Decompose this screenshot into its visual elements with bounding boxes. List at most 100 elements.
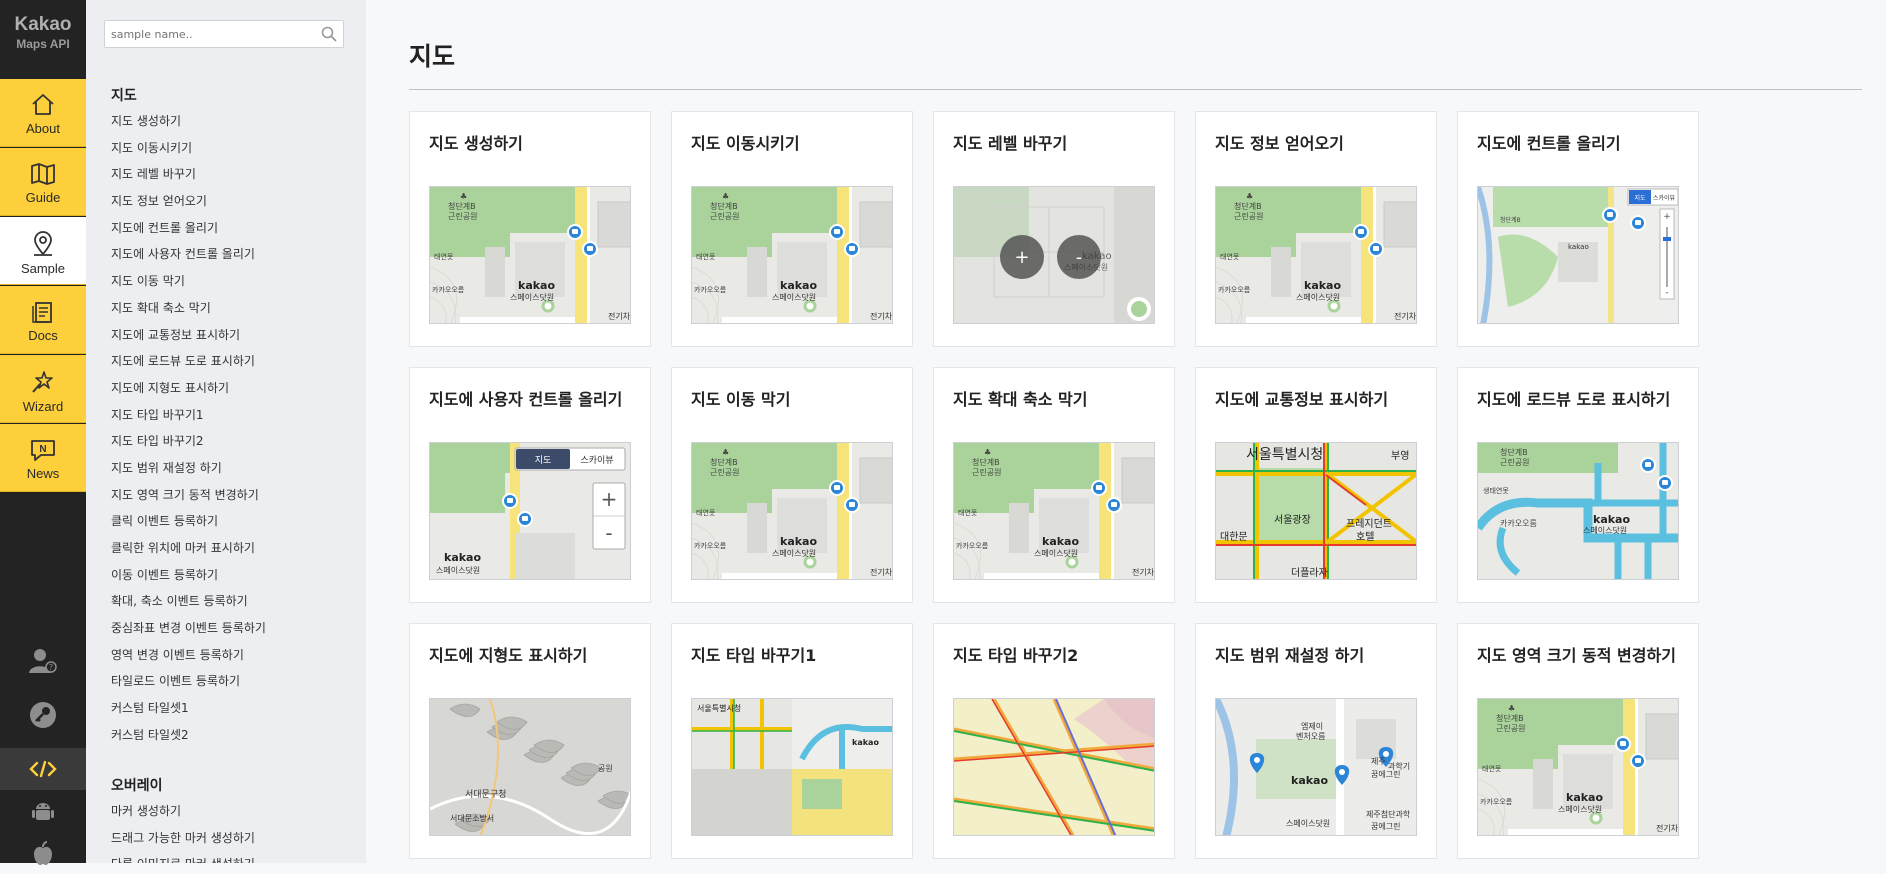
sidebar-item[interactable]: 지도 정보 얻어오기 xyxy=(111,192,266,219)
svg-text:청단계B: 청단계B xyxy=(710,457,738,467)
sample-card[interactable]: 지도에 컨트롤 올리기 지도 스카이뷰 + - kakao 청단계B xyxy=(1457,111,1699,347)
sidebar-item[interactable]: 확대, 축소 이벤트 등록하기 xyxy=(111,592,266,619)
sample-card[interactable]: 지도 레벨 바꾸기 + - kakao 스페이스닷원 xyxy=(933,111,1175,347)
sample-card-title: 지도 이동 막기 xyxy=(691,390,791,409)
sample-card-thumbnail[interactable]: 서대문구청 서대문소방서 공원 xyxy=(429,698,631,836)
sample-card-thumbnail[interactable]: 청단계B 근린공원 생태연못 카카오오름 kakao 스페이스닷원 xyxy=(1477,442,1679,580)
sample-card[interactable]: 지도 이동시키기 ♣ 청단계B 근린공원 태연못 카카오오름 kakao 스페이… xyxy=(671,111,913,347)
svg-text:스페이스닷원: 스페이스닷원 xyxy=(1296,292,1340,302)
svg-text:스페이스닷원: 스페이스닷원 xyxy=(510,292,554,302)
sidebar-item[interactable]: 중심좌표 변경 이벤트 등록하기 xyxy=(111,619,266,646)
sample-card[interactable]: 지도에 로드뷰 도로 표시하기 청단계B 근린공원 생태연못 카카오오름 kak… xyxy=(1457,367,1699,603)
svg-text:서울특별시청: 서울특별시청 xyxy=(697,703,741,713)
overlay-sample-list: 마커 생성하기드래그 가능한 마커 생성하기다른 이미지로 마커 생성하기 xyxy=(111,802,255,863)
svg-text:카카오오름: 카카오오름 xyxy=(1218,285,1251,294)
svg-text:+: + xyxy=(1014,247,1029,268)
sidebar-item[interactable]: 지도에 지형도 표시하기 xyxy=(111,379,266,406)
account-button[interactable]: ? xyxy=(0,640,86,682)
sidebar-item[interactable]: 지도 생성하기 xyxy=(111,112,266,139)
sample-card[interactable]: 지도 생성하기 ♣ 청단계B 근린공원 태연못 카카오오름 kakao 스페이스… xyxy=(409,111,651,347)
svg-text:공원: 공원 xyxy=(598,764,613,773)
sample-card-thumbnail[interactable]: 엠제이 벤처오름 제주 과학기 꿈에그린 kakao 스페이스닷원 제주첨단과학… xyxy=(1215,698,1417,836)
svg-text:대한문: 대한문 xyxy=(1220,531,1248,543)
sample-card[interactable]: 지도 타입 바꾸기1 서울특별시청 kakao xyxy=(671,623,913,859)
ios-platform-button[interactable] xyxy=(0,832,86,874)
sample-card-thumbnail[interactable]: 서울특별시청 부영 서울광장 프레지던트 호텔 대한문 더플라자 xyxy=(1215,442,1417,580)
nav-news[interactable]: N News xyxy=(0,424,86,492)
sidebar-item[interactable]: 다른 이미지로 마커 생성하기 xyxy=(111,855,255,863)
book-icon xyxy=(31,163,55,185)
svg-text:스페이스닷원: 스페이스닷원 xyxy=(1034,548,1078,558)
sidebar-item[interactable]: 지도 타입 바꾸기2 xyxy=(111,432,266,459)
svg-text:kakao: kakao xyxy=(852,738,879,747)
nav-docs[interactable]: Docs xyxy=(0,286,86,354)
sample-card[interactable]: 지도 정보 얻어오기 ♣ 청단계B 근린공원 태연못 카카오오름 kakao 스… xyxy=(1195,111,1437,347)
sidebar-item[interactable]: 이동 이벤트 등록하기 xyxy=(111,566,266,593)
sample-card-thumbnail[interactable]: + - kakao 스페이스닷원 xyxy=(953,186,1155,324)
sidebar-item[interactable]: 지도 범위 재설정 하기 xyxy=(111,459,266,486)
sample-card[interactable]: 지도에 교통정보 표시하기 서울특별시청 부영 서울광장 프레지던트 호텔 대한… xyxy=(1195,367,1437,603)
sample-card-thumbnail[interactable]: ♣ 청단계B 근린공원 태연못 카카오오름 kakao 스페이스닷원 전기차 xyxy=(1215,186,1417,324)
sample-card-thumbnail[interactable]: 서울특별시청 kakao xyxy=(691,698,893,836)
sidebar-item[interactable]: 지도에 사용자 컨트롤 올리기 xyxy=(111,245,266,272)
sample-card-thumbnail[interactable] xyxy=(953,698,1155,836)
svg-text:카카오오름: 카카오오름 xyxy=(694,285,727,294)
nav-docs-label: Docs xyxy=(28,328,58,343)
sidebar-item[interactable]: 드래그 가능한 마커 생성하기 xyxy=(111,829,255,856)
svg-text:카카오오름: 카카오오름 xyxy=(694,541,727,550)
svg-text:청단계B: 청단계B xyxy=(448,201,476,211)
sample-card-title: 지도 범위 재설정 하기 xyxy=(1215,646,1365,665)
sidebar-item[interactable]: 지도 레벨 바꾸기 xyxy=(111,165,266,192)
nav-wizard[interactable]: Wizard xyxy=(0,355,86,423)
sample-card-thumbnail[interactable]: 지도 스카이뷰 + - kakao 스페이스닷원 xyxy=(429,442,631,580)
sample-sidebar: 지도 지도 생성하기지도 이동시키기지도 레벨 바꾸기지도 정보 얻어오기지도에… xyxy=(86,0,366,863)
svg-text:전기차: 전기차 xyxy=(870,567,893,577)
sample-card-thumbnail[interactable]: ♣ 청단계B 근린공원 태연못 카카오오름 kakao 스페이스닷원 전기차 xyxy=(691,186,893,324)
sample-card[interactable]: 지도에 사용자 컨트롤 올리기 지도 스카이뷰 + - kakao 스페이스닷원 xyxy=(409,367,651,603)
sidebar-item[interactable]: 커스텀 타일셋2 xyxy=(111,726,266,753)
sample-card-thumbnail[interactable]: ♣ 청단계B 근린공원 태연못 카카오오름 kakao 스페이스닷원 전기차 xyxy=(953,442,1155,580)
sidebar-item[interactable]: 커스텀 타일셋1 xyxy=(111,699,266,726)
sample-card-title: 지도 타입 바꾸기1 xyxy=(691,646,817,665)
sample-card[interactable]: 지도에 지형도 표시하기 서대문구청 서대문소방서 공원 xyxy=(409,623,651,859)
sidebar-item[interactable]: 클릭 이벤트 등록하기 xyxy=(111,512,266,539)
sample-card[interactable]: 지도 범위 재설정 하기 엠제이 벤처오름 제주 과학기 꿈에그린 kakao … xyxy=(1195,623,1437,859)
svg-text:태연못: 태연못 xyxy=(696,253,716,261)
svg-text:근린공원: 근린공원 xyxy=(972,467,1001,477)
main-content: 지도 지도 생성하기 ♣ 청단계B 근린공원 태연못 카카오오름 kakao 스… xyxy=(366,0,1886,863)
search-icon[interactable] xyxy=(321,26,337,42)
sidebar-item[interactable]: 클릭한 위치에 마커 표시하기 xyxy=(111,539,266,566)
web-platform-button[interactable] xyxy=(0,748,86,790)
sidebar-item[interactable]: 지도 타입 바꾸기1 xyxy=(111,406,266,433)
sidebar-item[interactable]: 지도 이동시키기 xyxy=(111,139,266,166)
sidebar-item[interactable]: 지도에 로드뷰 도로 표시하기 xyxy=(111,352,266,379)
sample-search xyxy=(104,20,344,48)
sidebar-item[interactable]: 마커 생성하기 xyxy=(111,802,255,829)
sample-card-thumbnail[interactable]: ♣ 청단계B 근린공원 태연못 카카오오름 kakao 스페이스닷원 전기차 xyxy=(429,186,631,324)
android-platform-button[interactable] xyxy=(0,790,86,832)
sidebar-item[interactable]: 지도에 교통정보 표시하기 xyxy=(111,326,266,353)
nav-guide[interactable]: Guide xyxy=(0,148,86,216)
nav-about[interactable]: About xyxy=(0,79,86,147)
sidebar-item[interactable]: 지도 이동 막기 xyxy=(111,272,266,299)
sidebar-item[interactable]: 지도에 컨트롤 올리기 xyxy=(111,219,266,246)
page-title: 지도 xyxy=(409,42,456,71)
nav-sample[interactable]: Sample xyxy=(0,217,86,285)
map-pin-icon xyxy=(34,231,52,256)
sidebar-item[interactable]: 지도 확대 축소 막기 xyxy=(111,299,266,326)
sidebar-item[interactable]: 지도 영역 크기 동적 변경하기 xyxy=(111,486,266,513)
sample-card[interactable]: 지도 영역 크기 동적 변경하기 ♣ 청단계B 근린공원 태연못 카카오오름 k… xyxy=(1457,623,1699,859)
sample-card-thumbnail[interactable]: 지도 스카이뷰 + - kakao 청단계B xyxy=(1477,186,1679,324)
sample-card-thumbnail[interactable]: ♣ 청단계B 근린공원 태연못 카카오오름 kakao 스페이스닷원 전기차 xyxy=(691,442,893,580)
brand-logo[interactable]: Kakao Maps API xyxy=(0,14,86,51)
appkey-button[interactable] xyxy=(0,694,86,736)
sample-search-input[interactable] xyxy=(105,21,305,47)
sample-card[interactable]: 지도 이동 막기 ♣ 청단계B 근린공원 태연못 카카오오름 kakao 스페이… xyxy=(671,367,913,603)
map-sample-list: 지도 생성하기 지도 이동시키기 지도 레벨 바꾸기 지도 정보 얻어오기 지도에 컨트… xyxy=(111,112,266,753)
key-icon xyxy=(30,702,56,728)
sidebar-item[interactable]: 타일로드 이벤트 등록하기 xyxy=(111,672,266,699)
sidebar-item[interactable]: 영역 변경 이벤트 등록하기 xyxy=(111,646,266,673)
sample-card[interactable]: 지도 타입 바꾸기2 xyxy=(933,623,1175,859)
sample-card-thumbnail[interactable]: ♣ 청단계B 근린공원 태연못 카카오오름 kakao 스페이스닷원 전기차 xyxy=(1477,698,1679,836)
sample-card[interactable]: 지도 확대 축소 막기 ♣ 청단계B 근린공원 태연못 카카오오름 kakao … xyxy=(933,367,1175,603)
